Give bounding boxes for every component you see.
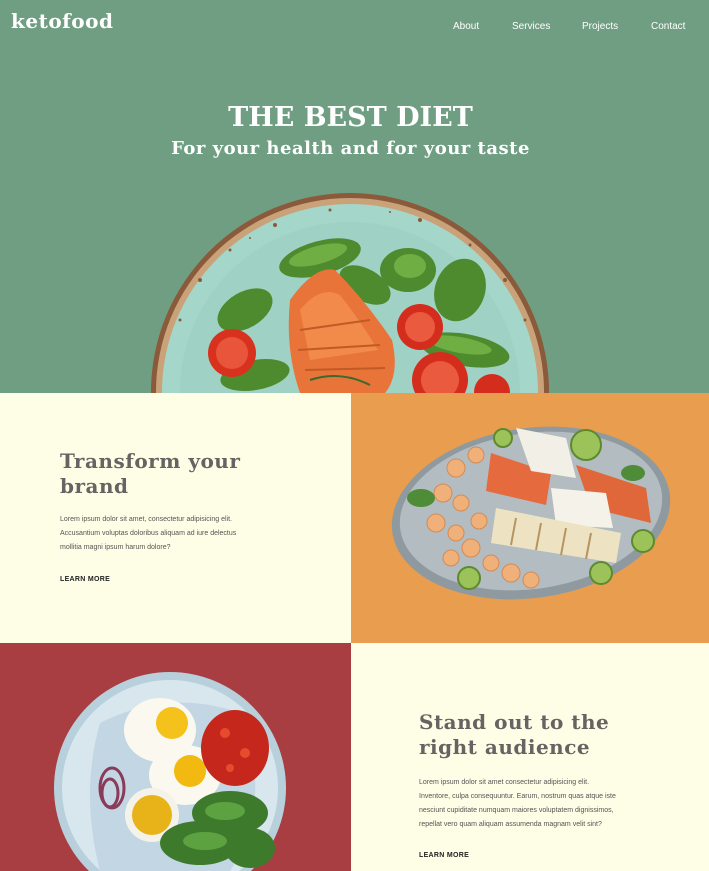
section2-heading-line2: right audience (419, 735, 591, 759)
feature-section-1: Transform your brand Lorem ipsum dolor s… (0, 393, 351, 643)
feature-section-2: Stand out to the right audience Lorem ip… (351, 643, 709, 871)
hero-section: ketofood About Services Projects Contact… (0, 0, 709, 393)
seafood-platter-image (391, 426, 671, 600)
section2-text-line: repellat vero quam aliquam assumenda mag… (419, 821, 602, 828)
section1-text-line: mollitia magni ipsum harum dolore? (60, 544, 171, 551)
section1-heading-line2: brand (60, 474, 129, 498)
section1-learn-more-link[interactable]: LEARN MORE (60, 576, 110, 583)
section2-text: Lorem ipsum dolor sit amet consectetur a… (419, 776, 616, 832)
section2-text-line: Inventore, culpa consequuntur. Earum, no… (419, 793, 616, 800)
section1-text-line: Lorem ipsum dolor sit amet, consectetur … (60, 516, 232, 523)
section1-text: Lorem ipsum dolor sit amet, consectetur … (60, 513, 236, 555)
section2-text-line: nesciunt cupiditate numquam maiores volu… (419, 807, 614, 814)
breakfast-image-panel (0, 643, 351, 871)
section1-text-line: Accusantium voluptas doloribus aliquam a… (60, 530, 237, 537)
section2-heading-line1: Stand out to the (419, 710, 610, 734)
section2-learn-more-link[interactable]: LEARN MORE (419, 852, 469, 859)
section1-heading-line1: Transform your (60, 449, 241, 473)
section2-heading: Stand out to the right audience (419, 710, 609, 760)
egg-breakfast-plate-image (54, 672, 286, 871)
seafood-image-panel (351, 393, 709, 643)
section2-text-line: Lorem ipsum dolor sit amet consectetur a… (419, 779, 590, 786)
salmon-salad-plate-image (151, 193, 549, 393)
section1-heading: Transform your brand (60, 449, 240, 499)
